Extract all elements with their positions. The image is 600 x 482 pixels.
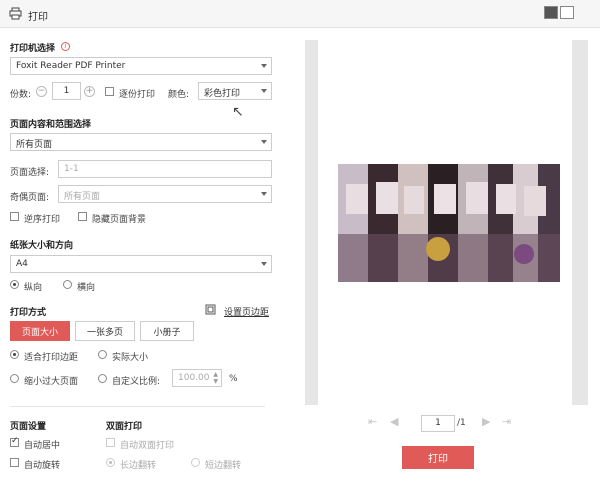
page-select-input[interactable]: 1-1 — [58, 160, 272, 178]
hide-bg-checkbox[interactable] — [78, 212, 87, 221]
color-label: 颜色: — [168, 90, 190, 100]
portrait-radio[interactable] — [10, 280, 19, 289]
fit-margins-radio[interactable] — [10, 350, 19, 359]
auto-center-checkbox[interactable] — [10, 436, 19, 447]
divider — [10, 406, 265, 407]
page-select-label: 页面选择: — [10, 168, 50, 178]
odd-even-select[interactable]: 所有页面 — [58, 185, 272, 203]
shrink-large-label: 缩小过大页面 — [24, 377, 79, 387]
long-edge-label: 长边翻转 — [120, 461, 157, 471]
odd-even-value: 所有页面 — [64, 192, 101, 202]
last-page-icon[interactable]: ⇥ — [502, 415, 511, 428]
reverse-label: 逆序打印 — [24, 215, 61, 225]
scale-value: 100.00 — [178, 373, 210, 383]
odd-even-label: 奇偶页面: — [10, 193, 50, 203]
custom-scale-radio[interactable] — [98, 374, 107, 383]
copies-label: 份数: — [10, 90, 32, 100]
tab-booklet[interactable]: 小册子 — [140, 321, 194, 341]
title-bar — [0, 0, 600, 28]
content-select[interactable]: 所有页面 — [10, 133, 272, 151]
preview-photo — [338, 164, 560, 282]
actual-size-radio[interactable] — [98, 350, 107, 359]
group-photo-image — [338, 164, 560, 282]
collate-checkbox[interactable] — [105, 87, 114, 96]
content-select-value: 所有页面 — [16, 140, 53, 150]
tab-multi-page[interactable]: 一张多页 — [75, 321, 135, 341]
short-edge-label: 短边翻转 — [205, 461, 242, 471]
printer-select[interactable]: Foxit Reader PDF Printer — [10, 57, 272, 75]
auto-duplex-label: 自动双面打印 — [120, 441, 175, 451]
chevron-down-icon — [261, 64, 267, 68]
mouse-cursor-icon: ↖ — [232, 104, 244, 120]
portrait-label: 纵向 — [24, 283, 43, 293]
actual-size-label: 实际大小 — [112, 353, 149, 363]
increment-icon[interactable]: + — [84, 86, 95, 97]
auto-center-label: 自动居中 — [24, 441, 61, 451]
scale-input[interactable]: 100.00 ▲ ▼ — [172, 369, 222, 387]
auto-rotate-label: 自动旋转 — [24, 461, 61, 471]
next-page-icon[interactable]: ▶ — [482, 415, 490, 428]
paper-section-title: 纸张大小和方向 — [10, 241, 74, 251]
printer-section-title: 打印机选择 — [10, 44, 56, 54]
printer-icon — [9, 7, 22, 20]
prev-page-icon[interactable]: ◀ — [390, 415, 398, 428]
auto-duplex-checkbox[interactable] — [106, 438, 115, 447]
list-view-button[interactable] — [560, 6, 574, 19]
stepper-icon: ▲ ▼ — [213, 371, 218, 385]
tab-page-size[interactable]: 页面大小 — [10, 321, 70, 341]
reverse-checkbox[interactable] — [10, 212, 19, 221]
collate-label: 逐份打印 — [119, 90, 156, 100]
long-edge-radio[interactable] — [106, 458, 115, 467]
page-settings-section-title: 页面设置 — [10, 422, 47, 432]
chevron-down-icon — [261, 192, 267, 196]
landscape-label: 横向 — [77, 283, 96, 293]
hide-bg-label: 隐藏页面背景 — [92, 215, 147, 225]
copies-input[interactable]: 1 — [52, 82, 81, 100]
short-edge-radio[interactable] — [191, 458, 200, 467]
printer-select-value: Foxit Reader PDF Printer — [16, 61, 126, 71]
page-number-input[interactable]: 1 — [421, 415, 455, 432]
color-select-value: 彩色打印 — [204, 89, 241, 99]
fit-margins-label: 适合打印边距 — [24, 353, 79, 363]
total-pages: /1 — [457, 418, 466, 428]
color-select[interactable]: 彩色打印 — [198, 82, 272, 100]
chevron-down-icon — [261, 89, 267, 93]
landscape-radio[interactable] — [63, 280, 72, 289]
auto-rotate-checkbox[interactable] — [10, 458, 19, 467]
window-title: 打印 — [28, 12, 48, 23]
margin-settings-icon[interactable] — [205, 304, 216, 315]
single-view-button[interactable] — [544, 6, 558, 19]
scale-unit: % — [229, 374, 238, 384]
margin-settings-link[interactable]: 设置页边距 — [224, 305, 269, 318]
paper-size-select[interactable]: A4 — [10, 255, 272, 273]
first-page-icon[interactable]: ⇤ — [368, 415, 377, 428]
chevron-down-icon — [261, 262, 267, 266]
print-button[interactable]: 打印 — [402, 446, 474, 469]
custom-scale-label: 自定义比例: — [112, 377, 161, 387]
print-mode-section-title: 打印方式 — [10, 308, 47, 318]
shrink-large-radio[interactable] — [10, 374, 19, 383]
decrement-icon[interactable]: − — [36, 86, 47, 97]
info-icon[interactable]: i — [61, 42, 70, 51]
duplex-section-title: 双面打印 — [106, 422, 143, 432]
range-section-title: 页面内容和范围选择 — [10, 120, 92, 130]
paper-size-value: A4 — [16, 259, 28, 269]
chevron-down-icon — [261, 140, 267, 144]
